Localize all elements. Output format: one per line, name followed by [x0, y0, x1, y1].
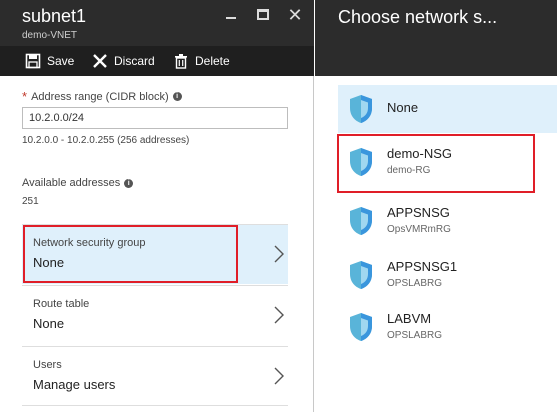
maximize-icon[interactable] — [254, 6, 272, 24]
highlight-box — [23, 225, 238, 283]
nsg-option-appsnsg1[interactable]: APPSNSG1 OPSLABRG — [338, 250, 557, 302]
chevron-right-icon — [274, 306, 284, 324]
shield-icon — [350, 207, 372, 235]
nsg-option-none[interactable]: None — [338, 85, 557, 133]
close-icon[interactable]: ✕ — [286, 6, 304, 24]
required-asterisk: * — [22, 89, 28, 104]
nsg-name: APPSNSG — [387, 205, 450, 220]
blade-title: subnet1 — [22, 6, 87, 26]
info-icon[interactable]: i — [172, 92, 182, 101]
discard-label: Discard — [114, 54, 155, 68]
nsg-name: APPSNSG1 — [387, 259, 458, 274]
minimize-icon[interactable] — [222, 6, 240, 24]
available-addresses-label: Available addresses i — [22, 177, 134, 189]
delete-label: Delete — [195, 54, 230, 68]
blade-header: subnet1 demo-VNET ✕ — [0, 0, 314, 46]
nsg-name: None — [387, 100, 419, 115]
row-value: Manage users — [33, 377, 116, 392]
trash-icon — [173, 53, 189, 69]
blade-subtitle: demo-VNET — [22, 30, 78, 41]
nsg-name: LABVM — [387, 311, 432, 326]
chevron-right-icon — [274, 367, 284, 385]
shield-icon — [350, 261, 372, 289]
delete-button[interactable]: Delete — [173, 46, 230, 76]
shield-icon — [350, 95, 372, 123]
row-label: Users — [33, 359, 62, 371]
address-range-label: * Address range (CIDR block) i — [22, 89, 182, 104]
chevron-right-icon — [274, 245, 284, 263]
nsg-option-labvm[interactable]: LABVM OPSLABRG — [338, 302, 557, 354]
discard-x-icon — [92, 53, 108, 69]
info-icon[interactable]: i — [124, 178, 134, 188]
command-bar: Save Discard Delete — [0, 46, 314, 76]
users-row[interactable]: Users Manage users — [22, 346, 288, 406]
blade-title: Choose network s... — [338, 7, 498, 27]
route-table-row[interactable]: Route table None — [22, 285, 288, 345]
blade-header: Choose network s... — [315, 0, 557, 76]
shield-icon — [350, 313, 372, 341]
highlight-box — [337, 134, 535, 193]
nsg-resource-group: OPSLABRG — [387, 330, 443, 341]
nsg-resource-group: OPSLABRG — [387, 278, 443, 289]
row-value: None — [33, 316, 65, 331]
nsg-option-appsnsg[interactable]: APPSNSG OpsVMRmRG — [338, 196, 557, 248]
nsg-resource-group: OpsVMRmRG — [387, 224, 451, 235]
save-button[interactable]: Save — [25, 46, 74, 76]
row-label: Route table — [33, 298, 90, 310]
choose-nsg-blade: Choose network s... None demo-NSG demo-R… — [315, 0, 557, 412]
save-icon — [25, 53, 41, 69]
save-label: Save — [47, 54, 75, 68]
available-addresses-value: 251 — [22, 196, 39, 207]
address-range-hint: 10.2.0.0 - 10.2.0.255 (256 addresses) — [22, 135, 190, 146]
discard-button[interactable]: Discard — [92, 46, 155, 76]
address-range-input[interactable] — [22, 107, 288, 129]
subnet-blade: subnet1 demo-VNET ✕ Save Discard Delete … — [0, 0, 314, 412]
